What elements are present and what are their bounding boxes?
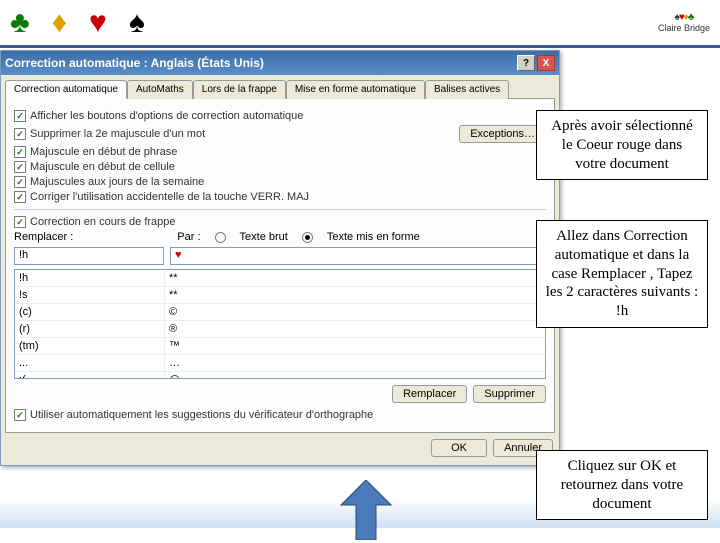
list-row: :(☹: [15, 372, 545, 379]
list-row: ...…: [15, 355, 545, 372]
autocorrect-dialog: Correction automatique : Anglais (États …: [0, 50, 560, 466]
by-label: Par :: [177, 231, 200, 243]
label-use-spellcheck: Utiliser automatiquement les suggestions…: [30, 409, 373, 421]
label-capslock: Corriger l'utilisation accidentelle de l…: [30, 191, 309, 203]
tab-strip: Correction automatique AutoMaths Lors de…: [1, 75, 559, 98]
checkbox-days-cap[interactable]: ✓: [14, 176, 26, 188]
label-sentence-cap: Majuscule en début de phrase: [30, 146, 177, 158]
delete-button[interactable]: Supprimer: [473, 385, 546, 403]
checkbox-show-options[interactable]: ✓: [14, 110, 26, 122]
by-input[interactable]: ♥: [170, 247, 546, 265]
list-row: !s**: [15, 287, 545, 304]
tab-smart-tags[interactable]: Balises actives: [425, 80, 509, 99]
tab-automaths[interactable]: AutoMaths: [127, 80, 193, 99]
list-row: !h**: [15, 270, 545, 287]
checkbox-second-cap[interactable]: ✓: [14, 128, 26, 140]
brand-logo: ♠♥♦♣ Claire Bridge: [658, 12, 710, 33]
tab-autocorrect[interactable]: Correction automatique: [5, 80, 127, 99]
replace-label: Remplacer :: [14, 231, 73, 243]
dialog-titlebar[interactable]: Correction automatique : Anglais (États …: [1, 51, 559, 75]
dialog-title: Correction automatique : Anglais (États …: [5, 56, 264, 70]
replace-button[interactable]: Remplacer: [392, 385, 467, 403]
checkbox-use-spellcheck[interactable]: ✓: [14, 409, 26, 421]
arrow-up-icon: [340, 480, 392, 540]
replace-input[interactable]: !h: [14, 247, 164, 265]
close-button[interactable]: X: [537, 55, 555, 71]
label-show-options: Afficher les boutons d'options de correc…: [30, 110, 303, 122]
diamond-icon: ♦: [52, 6, 67, 40]
label-cell-cap: Majuscule en début de cellule: [30, 161, 175, 173]
dialog-footer: OK Annuler: [1, 433, 559, 465]
page-header: ♣ ♦ ♥ ♠ ♠♥♦♣ Claire Bridge: [0, 0, 720, 48]
ok-button[interactable]: OK: [431, 439, 487, 457]
label-second-cap: Supprimer la 2e majuscule d'un mot: [30, 128, 205, 140]
checkbox-capslock[interactable]: ✓: [14, 191, 26, 203]
radio-plain-text[interactable]: [215, 232, 226, 243]
help-button[interactable]: ?: [517, 55, 535, 71]
radio-plain-label: Texte brut: [240, 231, 288, 243]
exceptions-button[interactable]: Exceptions…: [459, 125, 546, 143]
checkbox-replace-typing[interactable]: ✓: [14, 216, 26, 228]
dialog-panel: ✓ Afficher les boutons d'options de corr…: [5, 98, 555, 433]
checkbox-sentence-cap[interactable]: ✓: [14, 146, 26, 158]
checkbox-cell-cap[interactable]: ✓: [14, 161, 26, 173]
label-days-cap: Majuscules aux jours de la semaine: [30, 176, 204, 188]
replace-list[interactable]: !h** !s** (c)© (r)® (tm)™ ...… :(☹: [14, 269, 546, 379]
callout-step-3: Cliquez sur OK et retournez dans votre d…: [536, 450, 708, 520]
heart-icon: ♥: [89, 6, 107, 40]
tab-as-you-type[interactable]: Lors de la frappe: [193, 80, 286, 99]
list-row: (c)©: [15, 304, 545, 321]
list-row: (r)®: [15, 321, 545, 338]
radio-formatted-label: Texte mis en forme: [327, 231, 420, 243]
club-icon: ♣: [10, 6, 30, 40]
radio-formatted-text[interactable]: [302, 232, 313, 243]
label-replace-typing: Correction en cours de frappe: [30, 216, 176, 228]
list-row: (tm)™: [15, 338, 545, 355]
tab-autoformat[interactable]: Mise en forme automatique: [286, 80, 425, 99]
suit-icons: ♣ ♦ ♥ ♠: [10, 6, 145, 40]
callout-step-1: Après avoir sélectionné le Coeur rouge d…: [536, 110, 708, 180]
spade-icon: ♠: [129, 6, 145, 40]
callout-step-2: Allez dans Correction automatique et dan…: [536, 220, 708, 328]
